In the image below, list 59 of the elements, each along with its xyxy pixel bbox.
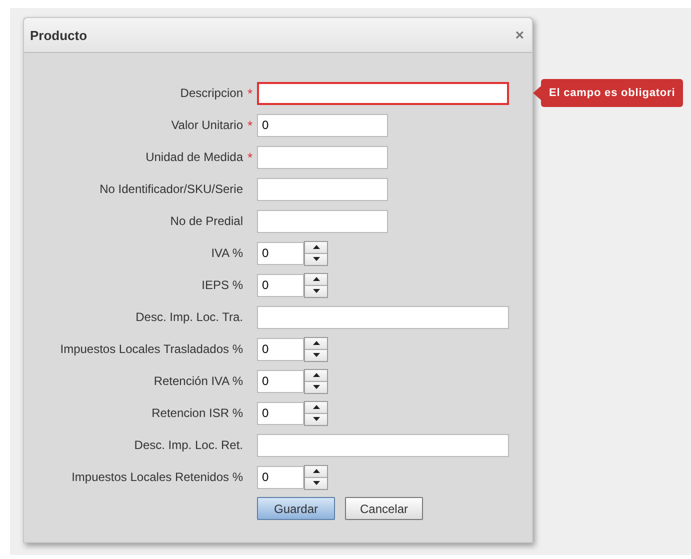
field-label: Unidad de Medida <box>144 150 243 164</box>
error-tooltip: El campo es obligatori <box>533 79 684 107</box>
required-mark: * <box>247 86 253 100</box>
text-field[interactable] <box>257 146 388 168</box>
dialog-button[interactable]: Cancelar <box>345 497 423 520</box>
up-arrow-icon <box>312 245 320 249</box>
text-field[interactable] <box>257 82 509 104</box>
field-label: Desc. Imp. Loc. Ret. <box>133 438 243 452</box>
field-label: No Identificador/SKU/Serie <box>98 182 243 196</box>
number-field[interactable]: 0 <box>257 338 304 360</box>
down-arrow-icon <box>312 417 320 421</box>
number-field[interactable]: 0 <box>257 402 304 424</box>
spin-up-button[interactable] <box>305 274 327 286</box>
field-label: Desc. Imp. Loc. Tra. <box>134 310 243 324</box>
number-field[interactable]: 0 <box>257 370 304 392</box>
field-label: Descripcion <box>179 86 243 100</box>
text-field[interactable] <box>257 434 509 456</box>
close-button[interactable]: × <box>513 26 526 44</box>
spin-down-button[interactable] <box>305 414 327 424</box>
dialog-button[interactable]: Guardar <box>257 497 335 520</box>
field-label: Impuestos Locales Trasladados % <box>59 342 243 356</box>
text-field[interactable] <box>257 306 509 328</box>
spin-up-button[interactable] <box>305 466 327 478</box>
up-arrow-icon <box>312 277 320 281</box>
spin-down-button[interactable] <box>305 286 327 296</box>
field-label: No de Predial <box>169 214 243 228</box>
down-arrow-icon <box>312 481 320 485</box>
field-label: IVA % <box>210 246 243 260</box>
spin-down-button[interactable] <box>305 350 327 360</box>
down-arrow-icon <box>312 289 320 293</box>
field-label: Retención IVA % <box>152 374 243 388</box>
dialog-title: Producto <box>30 28 88 42</box>
down-arrow-icon <box>312 353 320 357</box>
spin-down-button[interactable] <box>305 254 327 264</box>
field-label: Impuestos Locales Retenidos % <box>70 470 243 484</box>
up-arrow-icon <box>312 341 320 345</box>
up-arrow-icon <box>312 469 320 473</box>
field-label: IEPS % <box>200 278 243 292</box>
text-field[interactable] <box>257 178 388 200</box>
number-field[interactable]: 0 <box>257 242 304 264</box>
number-field[interactable]: 0 <box>257 466 304 488</box>
spin-up-button[interactable] <box>305 338 327 350</box>
text-field[interactable]: 0 <box>257 114 388 136</box>
spin-up-button[interactable] <box>305 242 327 254</box>
tooltip-pointer-icon <box>533 86 541 100</box>
down-arrow-icon <box>312 385 320 389</box>
spin-up-button[interactable] <box>305 402 327 414</box>
number-field[interactable]: 0 <box>257 274 304 296</box>
up-arrow-icon <box>312 373 320 377</box>
spin-down-button[interactable] <box>305 382 327 392</box>
text-field[interactable] <box>257 210 388 232</box>
field-label: Retencion ISR % <box>150 406 243 420</box>
spin-down-button[interactable] <box>305 478 327 488</box>
down-arrow-icon <box>312 257 320 261</box>
field-label: Valor Unitario <box>170 118 243 132</box>
spin-up-button[interactable] <box>305 370 327 382</box>
required-mark: * <box>247 118 253 132</box>
up-arrow-icon <box>312 405 320 409</box>
required-mark: * <box>247 150 253 164</box>
